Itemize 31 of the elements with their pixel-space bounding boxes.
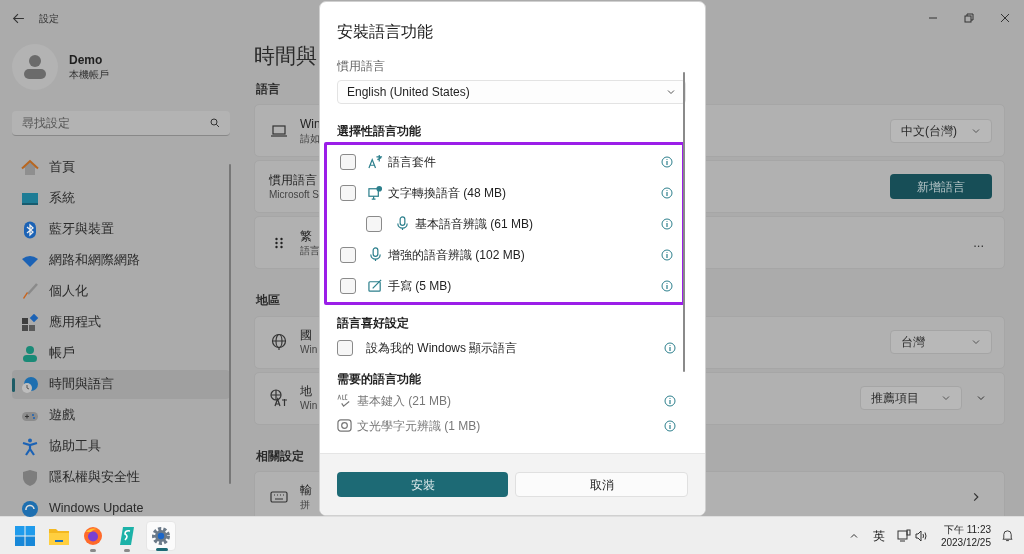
card-subtitle: Microsoft S bbox=[269, 187, 319, 201]
card-title: 繁 bbox=[300, 228, 313, 244]
feature-label: 手寫 (5 MB) bbox=[388, 277, 452, 295]
account-type: 本機帳戶 bbox=[69, 67, 109, 82]
field-label: 慣用語言 bbox=[337, 58, 386, 75]
card-title: 國 bbox=[300, 328, 313, 343]
page-title: 時間與 bbox=[254, 43, 317, 69]
preference-label: 設為我的 Windows 顯示語言 bbox=[366, 340, 518, 357]
card-subtitle: 拼 bbox=[300, 498, 311, 512]
section-heading: 相關設定 bbox=[256, 448, 304, 464]
feature-label: 基本鍵入 (21 MB) bbox=[357, 392, 451, 410]
dialog-title: 安裝語言功能 bbox=[337, 22, 434, 42]
user-name: Demo bbox=[69, 52, 104, 68]
card-subtitle: Win bbox=[300, 343, 318, 356]
card-title: 輸 bbox=[300, 483, 312, 499]
card-title: 慣用語言 bbox=[269, 172, 318, 188]
feature-label: 文光學字元辨識 (1 MB) bbox=[357, 417, 481, 435]
section-heading: 語言 bbox=[256, 82, 280, 97]
feature-label: 文字轉換語音 (48 MB) bbox=[388, 184, 506, 202]
feature-label: 語言套件 bbox=[388, 153, 436, 171]
section-heading: 語言喜好設定 bbox=[337, 315, 410, 332]
card-subtitle: 請如 bbox=[300, 131, 321, 145]
section-heading: 需要的語言功能 bbox=[337, 371, 422, 388]
window-title: 設定 bbox=[39, 11, 59, 26]
feature-label: 基本語音辨識 (61 MB) bbox=[415, 215, 533, 233]
section-heading: 地區 bbox=[256, 293, 280, 309]
feature-label: 增強的語音辨識 (102 MB) bbox=[388, 246, 525, 264]
card-title: 地 bbox=[300, 384, 313, 399]
section-heading: 選擇性語言功能 bbox=[337, 123, 422, 140]
card-subtitle: 語言 bbox=[300, 243, 320, 257]
card-subtitle: Win bbox=[300, 399, 318, 412]
